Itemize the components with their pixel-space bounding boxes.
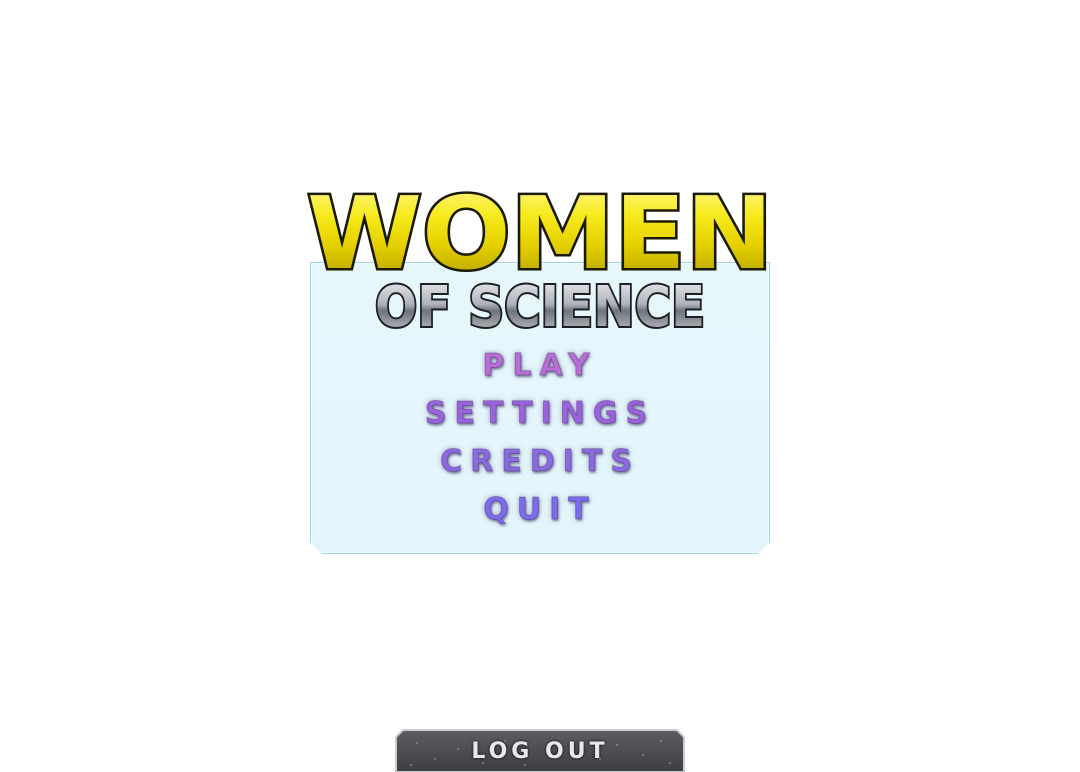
- settings-button[interactable]: SETTINGS: [0, 396, 1080, 432]
- play-button[interactable]: PLAY: [0, 348, 1080, 384]
- logo-subtitle: OF SCIENCE: [375, 275, 705, 336]
- logout-label: LOG OUT: [471, 739, 609, 764]
- game-logo: WOMEN OF SCIENCE: [305, 176, 776, 336]
- credits-button[interactable]: CREDITS: [0, 444, 1080, 480]
- quit-button[interactable]: QUIT: [0, 492, 1080, 528]
- logout-button[interactable]: LOG OUT: [395, 729, 685, 772]
